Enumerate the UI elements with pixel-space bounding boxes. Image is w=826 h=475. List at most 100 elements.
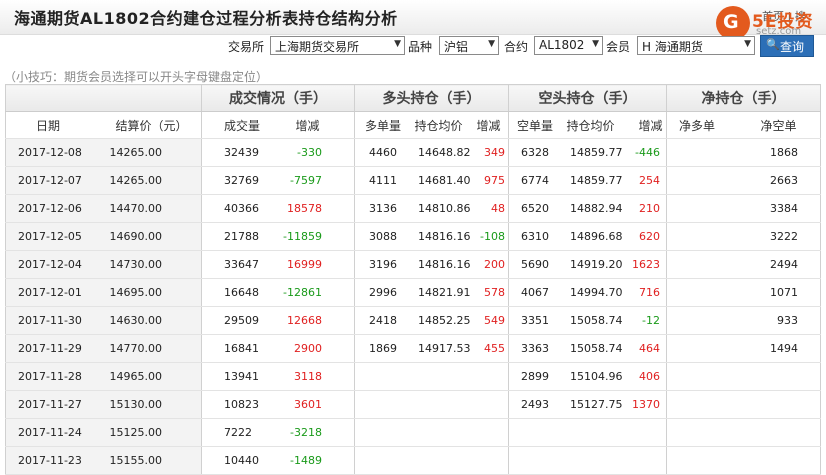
table-row: 2017-11-29 14770.00 16841 2900 1869 14917.53 4…	[5, 334, 821, 363]
cell-short-avg-price: 14859.77	[558, 166, 631, 195]
table-row: 2017-12-07 14265.00 32769 -7597 4111 14681.40…	[5, 166, 821, 195]
cell-net-short: 2494	[736, 250, 821, 279]
table-row: 2017-11-23 15155.00 10440 -1489	[5, 446, 821, 475]
member-select[interactable]: H 海通期货 ▼	[637, 36, 755, 55]
cell-net-long	[666, 390, 737, 419]
cell-net-long	[666, 446, 737, 475]
table-row: 2017-12-04 14730.00 33647 16999 3196 14816.16…	[5, 250, 821, 279]
cell-volume: 13941	[201, 362, 262, 391]
contract-select[interactable]: AL1802 ▼	[534, 36, 603, 55]
cell-short-change: 254	[630, 166, 667, 195]
tip-text: （小技巧：期货会员选择可以开头字母键盘定位）	[4, 70, 269, 84]
cell-long-change: -108	[474, 222, 509, 251]
cell-short-change	[630, 418, 667, 447]
search-icon: 🔍	[766, 38, 780, 51]
cell-settle-price: 14730.00	[85, 250, 202, 279]
cell-long-qty	[354, 446, 411, 475]
cell-settle-price: 14470.00	[85, 194, 202, 223]
cell-short-qty: 6774	[508, 166, 559, 195]
table-row: 2017-11-24 15125.00 7222 -3218	[5, 418, 821, 447]
variety-select[interactable]: 沪铝 ▼	[439, 36, 499, 55]
column-header-row: 日期 结算价（元） 成交量 增减 多单量 持仓均价 增减 空单量 持仓均价 增减 净多单 净空单	[5, 111, 821, 139]
group-header-short: 空头持仓（手）	[508, 84, 667, 112]
cell-net-short: 2663	[736, 166, 821, 195]
cell-net-long	[666, 166, 737, 195]
cell-settle-price: 15130.00	[85, 390, 202, 419]
cell-volume: 32769	[201, 166, 262, 195]
cell-short-change: 1623	[630, 250, 667, 279]
cell-long-change: 200	[474, 250, 509, 279]
cell-short-change: 620	[630, 222, 667, 251]
col-header-long-avg-price: 持仓均价	[410, 111, 475, 139]
cell-volume-change: 16999	[261, 250, 355, 279]
cell-volume-change: -1489	[261, 446, 355, 475]
cell-net-long	[666, 250, 737, 279]
cell-settle-price: 14770.00	[85, 334, 202, 363]
filter-bar: 交易所 上海期货交易所 ▼ 品种 沪铝 ▼ 合约 AL1802 ▼ 会员 H 海…	[0, 34, 826, 62]
cell-short-avg-price: 15058.74	[558, 306, 631, 335]
cell-volume-change: -11859	[261, 222, 355, 251]
cell-long-change	[474, 446, 509, 475]
cell-long-qty	[354, 362, 411, 391]
cell-long-qty: 3196	[354, 250, 411, 279]
exchange-label: 交易所	[228, 40, 265, 54]
col-header-short-avg-price: 持仓均价	[558, 111, 631, 139]
query-button[interactable]: 🔍 查询	[760, 35, 814, 57]
chevron-down-icon: ▼	[592, 39, 599, 49]
col-header-volume: 成交量	[201, 111, 262, 139]
cell-long-change: 349	[474, 138, 509, 167]
cell-short-qty: 5690	[508, 250, 559, 279]
chevron-down-icon: ▼	[394, 39, 401, 49]
cell-volume-change: 12668	[261, 306, 355, 335]
cell-short-avg-price: 14859.77	[558, 138, 631, 167]
cell-short-qty: 2899	[508, 362, 559, 391]
col-header-net-long: 净多单	[666, 111, 737, 139]
col-header-short-qty: 空单量	[508, 111, 559, 139]
cell-long-change: 549	[474, 306, 509, 335]
cell-short-avg-price: 14896.68	[558, 222, 631, 251]
cell-settle-price: 14265.00	[85, 166, 202, 195]
cell-volume-change: 2900	[261, 334, 355, 363]
chevron-down-icon: ▼	[744, 39, 751, 49]
cell-short-avg-price: 15127.75	[558, 390, 631, 419]
cell-net-short: 3384	[736, 194, 821, 223]
cell-long-avg-price: 14917.53	[410, 334, 475, 363]
cell-short-qty: 4067	[508, 278, 559, 307]
cell-long-change	[474, 390, 509, 419]
cell-long-avg-price	[410, 418, 475, 447]
cell-long-qty: 4111	[354, 166, 411, 195]
cell-settle-price: 14695.00	[85, 278, 202, 307]
chevron-down-icon: ▼	[488, 39, 495, 49]
cell-date: 2017-12-05	[5, 222, 86, 251]
cell-volume-change: 18578	[261, 194, 355, 223]
exchange-select[interactable]: 上海期货交易所 ▼	[270, 36, 405, 55]
col-header-volume-change: 增减	[261, 111, 355, 139]
cell-volume: 29509	[201, 306, 262, 335]
cell-short-avg-price: 15058.74	[558, 334, 631, 363]
cell-date: 2017-11-27	[5, 390, 86, 419]
cell-short-qty	[508, 418, 559, 447]
group-header-blank	[5, 84, 202, 112]
col-header-long-qty: 多单量	[354, 111, 411, 139]
cell-short-change: 406	[630, 362, 667, 391]
cell-date: 2017-11-24	[5, 418, 86, 447]
cell-volume-change: -330	[261, 138, 355, 167]
cell-volume-change: -7597	[261, 166, 355, 195]
cell-short-avg-price: 14882.94	[558, 194, 631, 223]
cell-long-qty: 2996	[354, 278, 411, 307]
col-header-long-change: 增减	[474, 111, 509, 139]
cell-volume: 10823	[201, 390, 262, 419]
cell-short-qty	[508, 446, 559, 475]
cell-long-qty: 3136	[354, 194, 411, 223]
cell-net-long	[666, 194, 737, 223]
cell-short-avg-price: 14994.70	[558, 278, 631, 307]
cell-volume-change: -12861	[261, 278, 355, 307]
cell-net-short: 3222	[736, 222, 821, 251]
cell-short-change	[630, 446, 667, 475]
cell-volume: 21788	[201, 222, 262, 251]
contract-select-value: AL1802	[539, 38, 585, 52]
cell-settle-price: 14965.00	[85, 362, 202, 391]
cell-net-long	[666, 222, 737, 251]
cell-date: 2017-12-08	[5, 138, 86, 167]
cell-date: 2017-11-30	[5, 306, 86, 335]
